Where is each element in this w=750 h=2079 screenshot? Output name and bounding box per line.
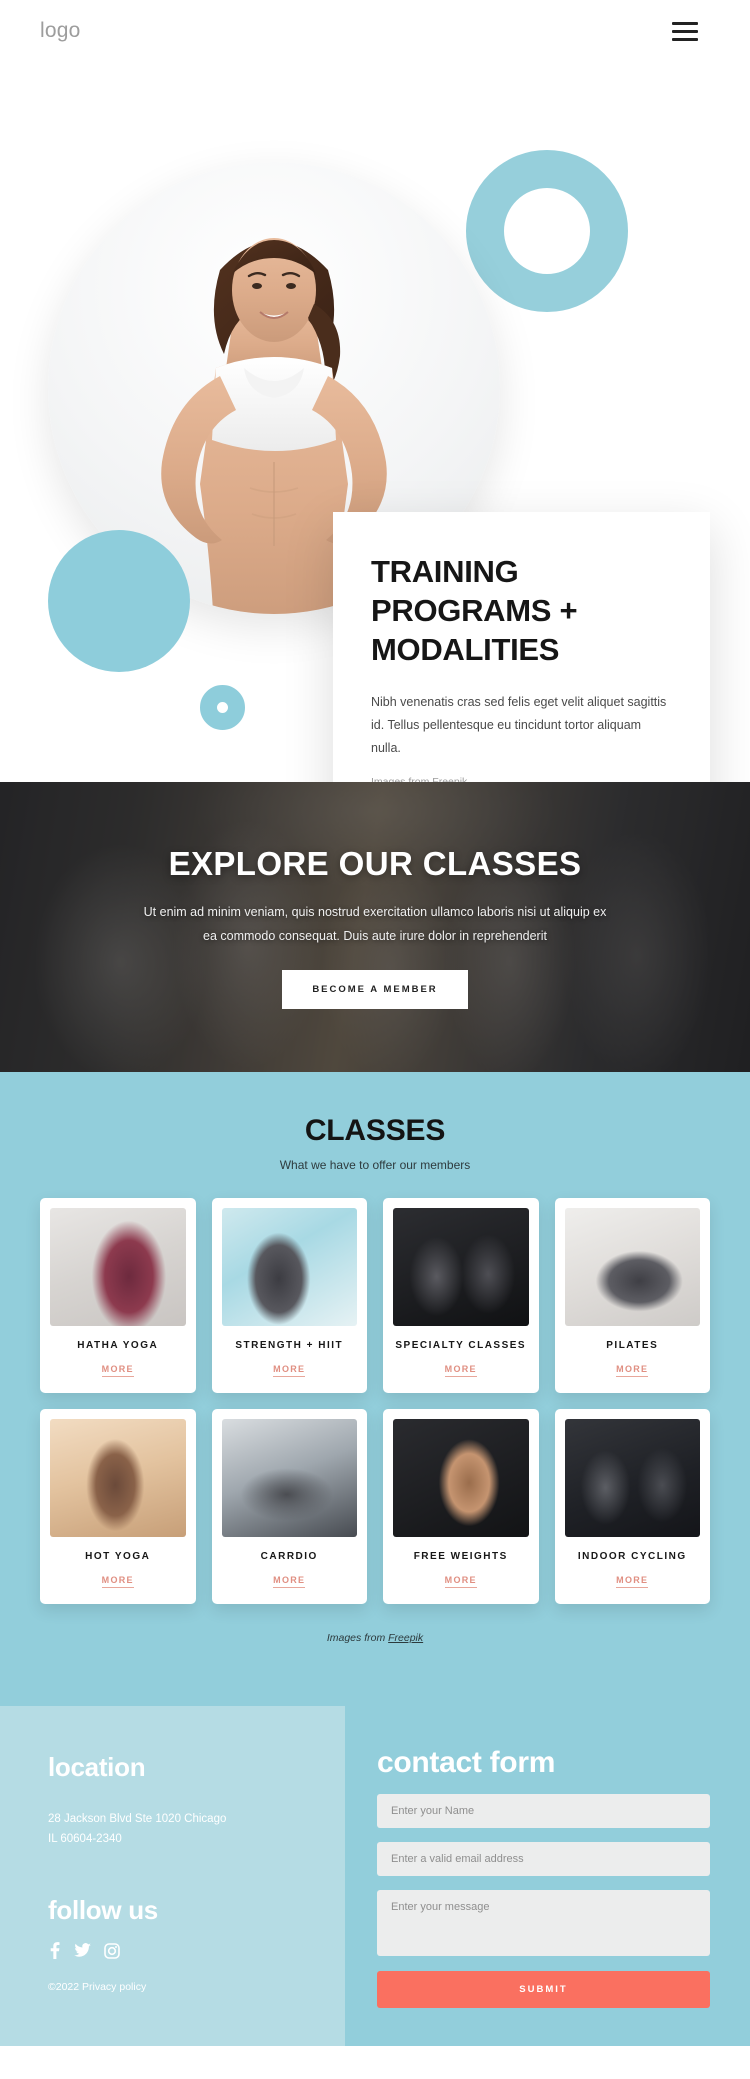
- follow-us-heading: follow us: [48, 1895, 158, 1926]
- hamburger-bar: [672, 29, 698, 33]
- class-more-link[interactable]: MORE: [444, 1575, 477, 1588]
- facebook-icon[interactable]: [48, 1942, 61, 1960]
- class-image: [50, 1208, 186, 1326]
- address-line-1: 28 Jackson Blvd Ste 1020 Chicago: [48, 1813, 227, 1825]
- hamburger-bar: [672, 37, 698, 41]
- class-title: PILATES: [606, 1340, 659, 1351]
- classes-subtitle: What we have to offer our members: [279, 1158, 471, 1172]
- freepik-link[interactable]: Freepik: [388, 1632, 423, 1644]
- class-more-link[interactable]: MORE: [444, 1364, 477, 1377]
- message-field[interactable]: [377, 1890, 710, 1956]
- hero-card: TRAINING PROGRAMS + MODALITIES Nibh vene…: [333, 512, 710, 782]
- decorative-ring-small: [200, 685, 245, 730]
- class-card-strength-hiit[interactable]: STRENGTH + HIIT MORE: [211, 1198, 367, 1393]
- footer-location-panel: location 28 Jackson Blvd Ste 1020 Chicag…: [0, 1706, 345, 2046]
- class-more-link[interactable]: MORE: [616, 1575, 649, 1588]
- freepik-link[interactable]: Freepik: [432, 776, 467, 782]
- class-title: CARRDIO: [260, 1551, 318, 1562]
- instagram-icon[interactable]: [104, 1942, 120, 1959]
- class-title: INDOOR CYCLING: [577, 1551, 687, 1562]
- site-footer: location 28 Jackson Blvd Ste 1020 Chicag…: [0, 1706, 750, 2046]
- class-title: SPECIALTY CLASSES: [395, 1340, 527, 1351]
- class-title: FREE WEIGHTS: [413, 1551, 508, 1562]
- decorative-ring-large: [466, 150, 628, 312]
- page-title: TRAINING PROGRAMS + MODALITIES: [371, 552, 672, 669]
- email-field[interactable]: [377, 1842, 710, 1876]
- class-card-specialty-classes[interactable]: SPECIALTY CLASSES MORE: [383, 1198, 539, 1393]
- class-card-free-weights[interactable]: FREE WEIGHTS MORE: [383, 1409, 539, 1604]
- class-more-link[interactable]: MORE: [101, 1364, 134, 1377]
- decorative-circle-filled: [48, 530, 190, 672]
- classes-image-credit: Images from Freepik: [0, 1632, 750, 1644]
- class-title: HOT YOGA: [85, 1551, 151, 1562]
- contact-form: SUBMIT: [377, 1794, 710, 2008]
- class-image: [393, 1208, 529, 1326]
- class-card-pilates[interactable]: PILATES MORE: [554, 1198, 710, 1393]
- site-header: logo: [0, 0, 750, 62]
- explore-classes-banner: EXPLORE OUR CLASSES Ut enim ad minim ven…: [0, 782, 750, 1072]
- class-image: [393, 1419, 529, 1537]
- class-card-indoor-cycling[interactable]: INDOOR CYCLING MORE: [554, 1409, 710, 1604]
- location-heading: location: [48, 1752, 146, 1782]
- class-image: [50, 1419, 186, 1537]
- class-card-hot-yoga[interactable]: HOT YOGA MORE: [40, 1409, 196, 1604]
- name-field[interactable]: [377, 1794, 710, 1828]
- class-title: HATHA YOGA: [77, 1340, 159, 1351]
- class-image: [564, 1419, 700, 1537]
- class-more-link[interactable]: MORE: [273, 1575, 306, 1588]
- explore-title: EXPLORE OUR CLASSES: [168, 845, 582, 883]
- classes-title: CLASSES: [304, 1114, 446, 1147]
- address-line-2: IL 60604-2340: [48, 1833, 122, 1846]
- hamburger-bar: [672, 21, 698, 25]
- hamburger-menu-icon[interactable]: [672, 21, 698, 41]
- social-links: [48, 1942, 345, 1960]
- become-a-member-button[interactable]: BECOME A MEMBER: [282, 969, 468, 1009]
- hero-title-line-3: MODALITIES: [371, 632, 560, 668]
- contact-form-heading: contact form: [377, 1746, 556, 1779]
- credit-prefix: Images from: [326, 1632, 389, 1644]
- class-more-link[interactable]: MORE: [273, 1364, 306, 1377]
- copyright-text: ©2022 Privacy policy: [48, 1981, 147, 1994]
- class-card-hatha-yoga[interactable]: HATHA YOGA MORE: [40, 1198, 196, 1393]
- class-more-link[interactable]: MORE: [101, 1575, 134, 1588]
- hero-image-credit: Images from Freepik: [371, 776, 672, 782]
- logo[interactable]: logo: [40, 19, 81, 43]
- hero-title-line-1: TRAINING: [371, 554, 519, 589]
- submit-button[interactable]: SUBMIT: [377, 1971, 710, 2008]
- twitter-icon[interactable]: [74, 1943, 91, 1958]
- footer-contact-panel: contact form SUBMIT: [345, 1706, 750, 2046]
- class-more-link[interactable]: MORE: [616, 1364, 649, 1377]
- class-image: [564, 1208, 700, 1326]
- explore-paragraph: Ut enim ad minim veniam, quis nostrud ex…: [143, 905, 607, 943]
- address: 28 Jackson Blvd Ste 1020 Chicago IL 6060…: [48, 1809, 345, 1849]
- class-card-carrdio[interactable]: CARRDIO MORE: [211, 1409, 367, 1604]
- class-image: [221, 1419, 357, 1537]
- classes-section: CLASSES What we have to offer our member…: [0, 1072, 750, 1706]
- class-title: STRENGTH + HIIT: [235, 1340, 344, 1351]
- credit-prefix: Images from: [371, 776, 432, 782]
- hero-paragraph: Nibh venenatis cras sed felis eget velit…: [371, 695, 667, 755]
- class-image: [221, 1208, 357, 1326]
- classes-grid: HATHA YOGA MORE STRENGTH + HIIT MORE SPE…: [40, 1198, 710, 1604]
- follow-us-block: follow us ©2022 Privacy policy: [48, 1895, 345, 1993]
- hero-title-line-2: PROGRAMS +: [371, 593, 578, 629]
- hero-section: TRAINING PROGRAMS + MODALITIES Nibh vene…: [0, 62, 750, 782]
